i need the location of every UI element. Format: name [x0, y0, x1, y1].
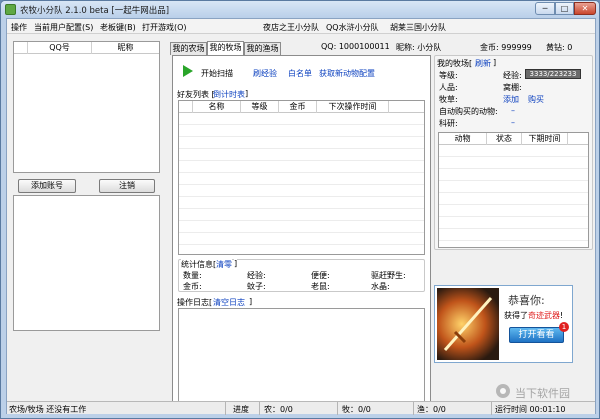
- menu-operate[interactable]: 操作: [11, 22, 27, 33]
- notification-badge: 1: [559, 322, 569, 332]
- log-title: 操作日志[: [177, 298, 213, 307]
- stat-mosquito: 蚊子:: [247, 282, 266, 291]
- weapon-image: [437, 288, 499, 360]
- ranch-pen: 窝棚:: [503, 83, 522, 92]
- col-gold[interactable]: 金币: [279, 101, 317, 113]
- close-button[interactable]: ✕: [574, 2, 596, 15]
- log-textarea[interactable]: [178, 308, 425, 404]
- stat-rats: 老鼠:: [311, 282, 330, 291]
- account-table[interactable]: QQ号 昵称: [13, 41, 160, 173]
- col-animal[interactable]: 动物: [439, 133, 487, 145]
- add-pasture-link[interactable]: 添加: [503, 94, 519, 105]
- status-bar: 农场/牧场 还没有工作 进度 农：0/0 牧：0/0 渔：0/0 运行时间 00…: [7, 401, 595, 415]
- team-nightclub[interactable]: 夜店之王小分队: [263, 22, 319, 33]
- account-pane: QQ号 昵称 添加账号 注销: [7, 35, 167, 407]
- stats-title: 统计信息[: [181, 259, 217, 270]
- col-level[interactable]: 等级: [241, 101, 279, 113]
- team-shuihu[interactable]: QQ水浒小分队: [326, 22, 379, 33]
- team-sanguo[interactable]: 胡莱三国小分队: [390, 22, 446, 33]
- ranch-exp-label: 经验:: [503, 71, 522, 80]
- ad-banner[interactable]: 恭喜你: 获得了奇迹武器! 打开看看 1: [434, 285, 573, 363]
- watermark-logo-icon: [496, 384, 510, 398]
- menu-open-game[interactable]: 打开游戏(O): [142, 22, 187, 33]
- buy-link[interactable]: 购买: [528, 94, 544, 105]
- ranch-popularity: 人品:: [439, 83, 458, 92]
- my-ranch-group: 我的牧场[ 刷新 ] 等级: 经验: 3333/223233 人品: 窝棚: 牧…: [434, 55, 593, 250]
- tab-my-farm[interactable]: 我的农场: [170, 42, 207, 55]
- stat-count: 数量:: [183, 271, 202, 280]
- stat-chase-wild: 驱赶野生:: [371, 271, 406, 280]
- col-name[interactable]: 名称: [193, 101, 241, 113]
- ranch-pasture: 牧草:: [439, 95, 458, 104]
- nickname: 昵称: 小分队: [396, 43, 442, 52]
- clear-log-link[interactable]: 清空日志: [213, 297, 245, 308]
- col-qq[interactable]: QQ号: [28, 42, 92, 54]
- friends-table[interactable]: 名称 等级 金币 下次操作时间: [178, 100, 425, 255]
- tech-label: 科研:: [439, 119, 458, 128]
- account-table-header: QQ号 昵称: [14, 42, 159, 54]
- stat-exp: 经验:: [247, 271, 266, 280]
- add-account-button[interactable]: 添加账号: [18, 179, 76, 193]
- play-icon[interactable]: [183, 65, 193, 77]
- run-time: 运行时间 00:01:10: [495, 405, 566, 414]
- tab-my-fishery[interactable]: 我的渔场: [244, 42, 281, 55]
- stats-group: 统计信息[ 清零 ] 数量: 经验: 便便: 驱赶野生: 金币: 蚊子: 老鼠:…: [178, 259, 425, 292]
- col-next-time[interactable]: 下次操作时间: [317, 101, 389, 113]
- ranch-level: 等级:: [439, 71, 458, 80]
- ranch-progress: 牧：0/0: [342, 405, 371, 414]
- title-bar[interactable]: 农牧小分队 2.1.0 beta [一起牛网出品] ─ □ ✕: [1, 1, 599, 18]
- friends-list-title: 好友列表 [: [177, 90, 215, 99]
- sword-icon: [443, 297, 493, 351]
- brush-exp-link[interactable]: 刷经验: [253, 68, 277, 79]
- ad-congrats: 恭喜你:: [508, 294, 545, 307]
- col-status[interactable]: 状态: [487, 133, 522, 145]
- logout-button[interactable]: 注销: [99, 179, 155, 193]
- col-next-period[interactable]: 下期时间: [522, 133, 568, 145]
- animal-table[interactable]: 动物 状态 下期时间: [438, 132, 589, 248]
- stat-poop: 便便:: [311, 271, 330, 280]
- watermark: 当下软件园: [495, 383, 593, 400]
- refresh-link[interactable]: 刷新: [475, 58, 491, 69]
- countdown-table-link[interactable]: 倒计时表: [213, 89, 245, 100]
- animal-table-header: 动物 状态 下期时间: [439, 133, 588, 145]
- tab-my-ranch[interactable]: 我的牧场: [207, 41, 244, 55]
- menu-bar: 操作 当前用户配置(S) 老板键(B) 打开游戏(O) 夜店之王小分队 QQ水浒…: [7, 19, 595, 34]
- my-ranch-title: 我的牧场[: [437, 59, 473, 68]
- app-icon: [5, 4, 16, 15]
- col-nickname[interactable]: 昵称: [92, 42, 159, 54]
- yellow-diamond: 黄钻: 0: [546, 43, 573, 52]
- window-title: 农牧小分队 2.1.0 beta [一起牛网出品]: [20, 6, 170, 16]
- fish-progress: 渔：0/0: [417, 405, 446, 414]
- work-status: 农场/牧场 还没有工作: [9, 405, 87, 414]
- exp-progress-bar: 3333/223233: [525, 69, 581, 79]
- ranch-tab-panel: 开始扫描 刷经验 白名单 获取新动物配置 好友列表 [ 倒计时表 ] 名称 等级…: [172, 55, 431, 407]
- menu-boss-key[interactable]: 老板键(B): [100, 22, 136, 33]
- menu-user-config[interactable]: 当前用户配置(S): [34, 22, 93, 33]
- whitelist-link[interactable]: 白名单: [288, 68, 312, 79]
- ad-open-button[interactable]: 打开看看: [509, 327, 564, 343]
- progress-label: 进度: [233, 405, 249, 414]
- client-area: 操作 当前用户配置(S) 老板键(B) 打开游戏(O) 夜店之王小分队 QQ水浒…: [6, 18, 596, 415]
- friends-table-header: 名称 等级 金币 下次操作时间: [179, 101, 424, 113]
- ad-highlight: 奇迹武器: [528, 311, 560, 320]
- qq-number: QQ: 1000100011: [321, 42, 390, 51]
- start-scan-button[interactable]: 开始扫描: [201, 68, 233, 79]
- maximize-button[interactable]: □: [555, 2, 574, 15]
- stats-clear-link[interactable]: 清零: [216, 259, 232, 270]
- ad-message: 获得了奇迹武器!: [504, 311, 564, 320]
- app-window: 农牧小分队 2.1.0 beta [一起牛网出品] ─ □ ✕ 操作 当前用户配…: [0, 0, 600, 419]
- farm-progress: 农：0/0: [264, 405, 293, 414]
- stat-gold: 金币:: [183, 282, 202, 291]
- stat-crystal: 水晶:: [371, 282, 390, 291]
- get-animal-config-link[interactable]: 获取新动物配置: [319, 68, 375, 79]
- minimize-button[interactable]: ─: [535, 2, 555, 15]
- gold-count: 金币: 999999: [480, 43, 532, 52]
- auto-buy-label: 自动购买的动物:: [439, 107, 498, 116]
- account-info-box: [13, 195, 160, 331]
